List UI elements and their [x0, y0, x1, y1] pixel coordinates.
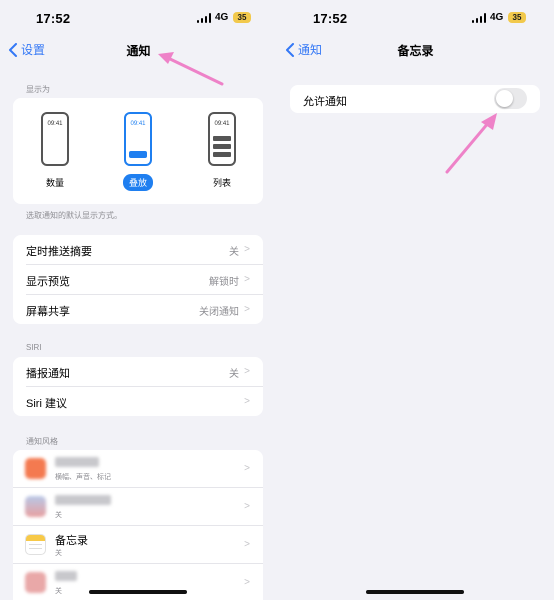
app-subtitle: 关	[55, 512, 62, 519]
row-label: 屏幕共享	[26, 306, 70, 318]
page-title: 备忘录	[397, 44, 434, 58]
allow-notifications-toggle[interactable]	[494, 88, 527, 109]
list-bar	[213, 144, 231, 149]
chevron-right-icon: >	[244, 501, 250, 512]
allow-notifications-label: 允许通知	[303, 96, 347, 108]
announce-notifications-row[interactable]: 播报通知 关 >	[26, 357, 263, 387]
allow-notifications-card: 允许通知	[290, 85, 540, 113]
app-subtitle: 关	[55, 588, 62, 595]
option-label: 列表	[212, 178, 231, 188]
row-label: Siri 建议	[26, 398, 67, 410]
option-label: 数量	[45, 178, 64, 188]
screen-sharing-row[interactable]: 屏幕共享 关闭通知 >	[26, 295, 263, 324]
battery-icon: 35	[233, 12, 251, 23]
status-bar: 17:52 4G 35	[277, 0, 554, 38]
phone-count-icon: 09:41	[41, 112, 69, 166]
chevron-right-icon: >	[244, 304, 250, 315]
show-previews-row[interactable]: 显示预览 解锁时 >	[26, 265, 263, 295]
notes-icon	[25, 534, 46, 555]
chevron-right-icon: >	[244, 244, 250, 255]
annotation-arrow-icon	[445, 113, 497, 174]
battery-icon: 35	[508, 12, 526, 23]
general-settings-card: 定时推送摘要 关 > 显示预览 解锁时 > 屏幕共享 关闭通知 >	[13, 235, 263, 324]
network-type: 4G	[490, 12, 504, 23]
status-bar: 17:52 4G 35	[0, 0, 277, 38]
app-subtitle: 关	[55, 550, 62, 557]
row-label: 定时推送摘要	[26, 246, 92, 258]
app-subtitle: 横幅、声音、标记	[55, 474, 111, 481]
row-value: 关	[229, 247, 239, 258]
app-icon	[25, 496, 46, 517]
display-footnote: 选取通知的默认显示方式。	[26, 211, 122, 220]
notes-notification-screen: 17:52 4G 35 通知 备忘录 允许通知	[277, 0, 554, 600]
display-option-stack[interactable]: 09:41 叠放	[108, 112, 168, 191]
network-type: 4G	[215, 12, 229, 23]
notes-app-row[interactable]: 备忘录 关 >	[13, 526, 263, 564]
notification-style-label: 通知风格	[26, 437, 58, 446]
siri-section-label: SIRI	[26, 343, 42, 352]
phone-time: 09:41	[47, 121, 63, 127]
option-label-selected: 叠放	[122, 174, 153, 191]
signal-icon	[472, 13, 488, 23]
chevron-right-icon: >	[244, 366, 250, 377]
app-row[interactable]: 关 >	[13, 564, 263, 600]
row-value: 关	[229, 369, 239, 380]
app-icon	[25, 458, 46, 479]
redacted-app-name	[55, 571, 77, 581]
row-value: 解锁时	[209, 277, 239, 288]
nav-bar: 设置 通知	[0, 38, 277, 60]
siri-suggestions-row[interactable]: Siri 建议 >	[26, 387, 263, 416]
siri-card: 播报通知 关 > Siri 建议 >	[13, 357, 263, 416]
list-bar	[213, 152, 231, 157]
app-row[interactable]: 横幅、声音、标记 >	[13, 450, 263, 488]
notifications-screen: 17:52 4G 35 设置 通知 显示为 09:41 数量 09:41 叠放	[0, 0, 277, 600]
phone-time: 09:41	[130, 121, 146, 127]
signal-icon	[197, 13, 213, 23]
app-name: 备忘录	[55, 535, 88, 547]
redacted-app-name	[55, 457, 99, 467]
chevron-right-icon: >	[244, 274, 250, 285]
phone-list-icon: 09:41	[208, 112, 236, 166]
phone-stack-icon: 09:41	[124, 112, 152, 166]
app-icon	[25, 572, 46, 593]
home-indicator[interactable]	[366, 590, 464, 594]
display-option-count[interactable]: 09:41 数量	[25, 112, 85, 191]
chevron-right-icon: >	[244, 396, 250, 407]
status-time: 17:52	[313, 11, 348, 26]
chevron-right-icon: >	[244, 539, 250, 550]
home-indicator[interactable]	[89, 590, 187, 594]
list-bar	[213, 136, 231, 141]
app-list-card: 横幅、声音、标记 > 关 > 备忘录 关 > 关 >	[13, 450, 263, 600]
stack-indicator	[129, 151, 147, 158]
redacted-app-name	[55, 495, 111, 505]
chevron-right-icon: >	[244, 577, 250, 588]
scheduled-summary-row[interactable]: 定时推送摘要 关 >	[26, 235, 263, 265]
phone-time: 09:41	[214, 121, 230, 127]
app-row[interactable]: 关 >	[13, 488, 263, 526]
chevron-right-icon: >	[244, 463, 250, 474]
row-label: 显示预览	[26, 276, 70, 288]
display-style-card: 09:41 数量 09:41 叠放 09:41 列表	[13, 98, 263, 204]
row-label: 播报通知	[26, 368, 70, 380]
row-value: 关闭通知	[199, 307, 239, 318]
nav-bar: 通知 备忘录	[277, 38, 554, 60]
display-as-label: 显示为	[26, 85, 50, 94]
toggle-knob	[496, 90, 513, 107]
display-option-list[interactable]: 09:41 列表	[192, 112, 252, 191]
page-title: 通知	[126, 44, 151, 58]
status-time: 17:52	[36, 11, 71, 26]
